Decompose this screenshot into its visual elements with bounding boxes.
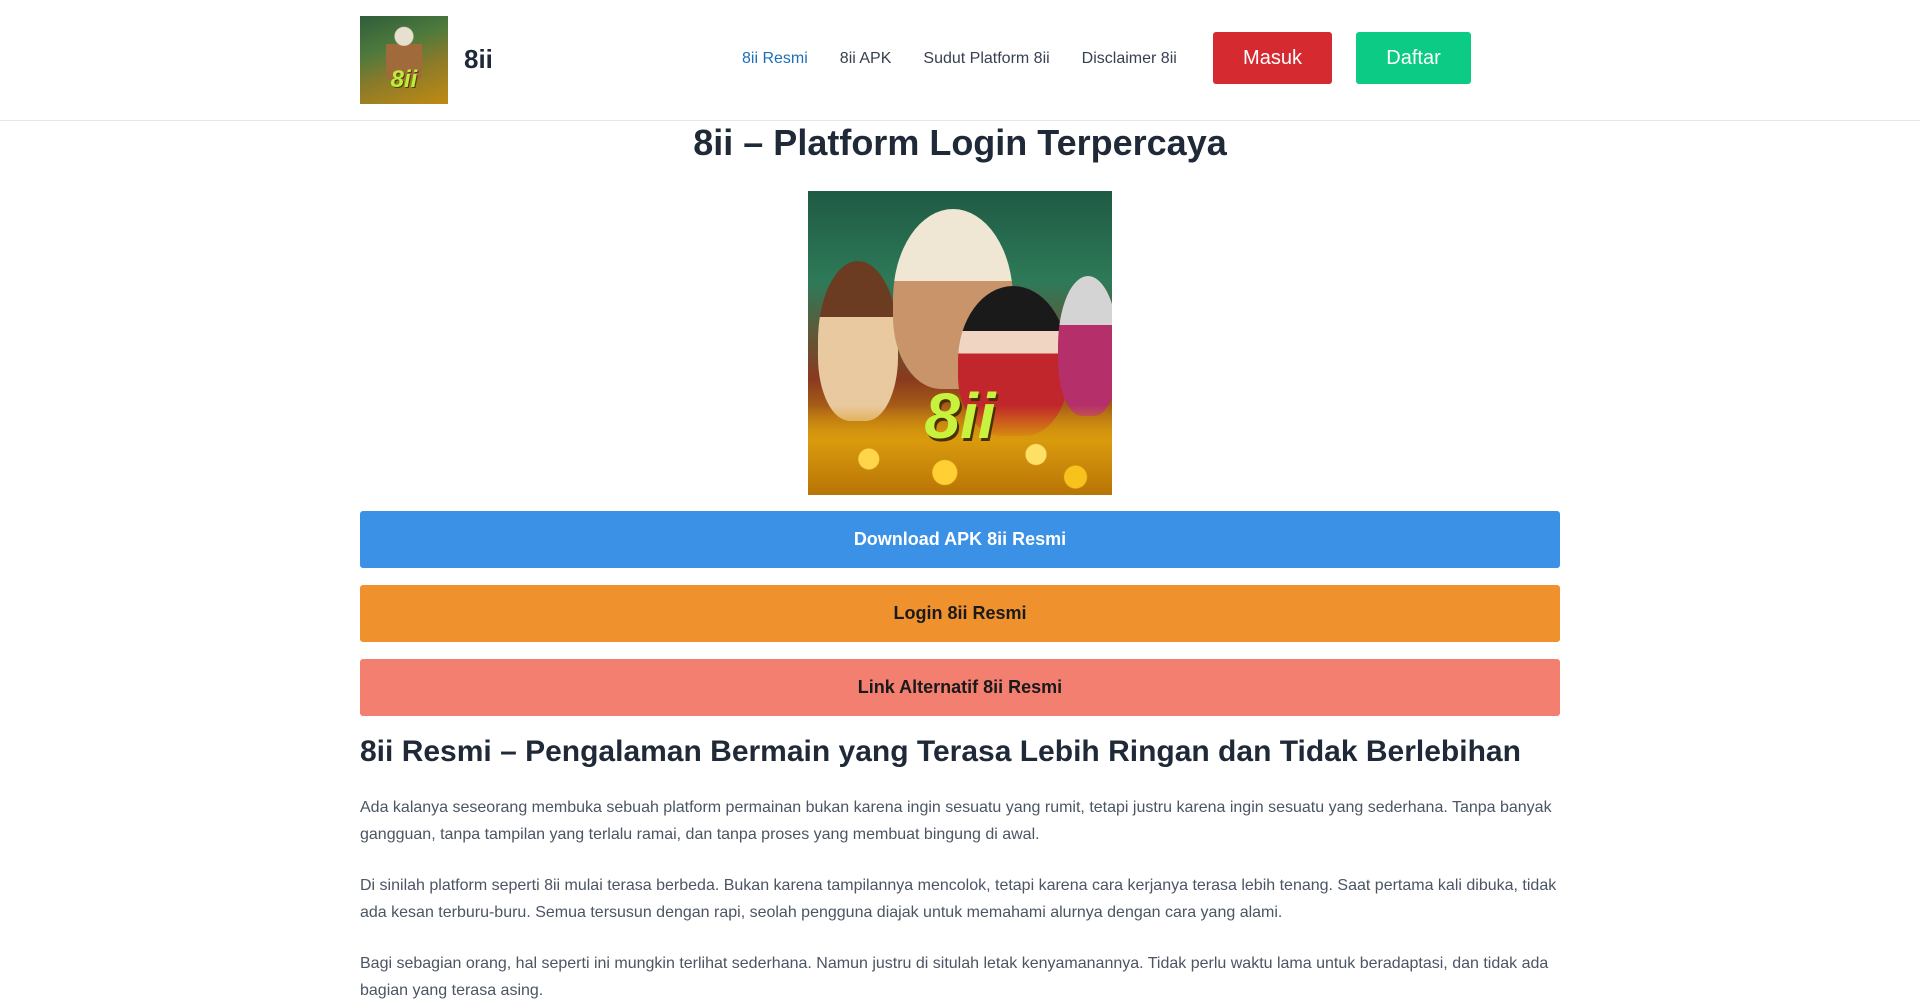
site-header: 8ii 8ii 8ii Resmi 8ii APK Sudut Platform… bbox=[0, 0, 1920, 121]
page-title: 8ii – Platform Login Terpercaya bbox=[693, 122, 1227, 163]
article-paragraph: Di sinilah platform seperti 8ii mulai te… bbox=[360, 877, 1557, 921]
nav-item-disclaimer[interactable]: Disclaimer 8ii bbox=[1082, 50, 1177, 68]
download-apk-button[interactable]: Download APK 8ii Resmi bbox=[360, 511, 1560, 568]
article-heading: 8ii Resmi – Pengalaman Bermain yang Tera… bbox=[360, 735, 1521, 768]
alternative-link-button[interactable]: Link Alternatif 8ii Resmi bbox=[360, 659, 1560, 716]
article-paragraph: Bagi sebagian orang, hal seperti ini mun… bbox=[360, 955, 1549, 999]
login-button[interactable]: Login 8ii Resmi bbox=[360, 585, 1560, 642]
hero-banner-image: 8ii bbox=[808, 191, 1112, 495]
article-section: 8ii Resmi – Pengalaman Bermain yang Tera… bbox=[360, 734, 1560, 1004]
main-nav: 8ii Resmi 8ii APK Sudut Platform 8ii Dis… bbox=[742, 50, 1177, 68]
nav-item-sudut-platform[interactable]: Sudut Platform 8ii bbox=[923, 50, 1049, 68]
hero-logo-mark: 8ii bbox=[924, 380, 996, 452]
logo-mark: 8ii bbox=[390, 66, 418, 93]
site-logo[interactable]: 8ii bbox=[360, 16, 448, 104]
daftar-button[interactable]: Daftar bbox=[1356, 32, 1471, 84]
masuk-button[interactable]: Masuk bbox=[1213, 32, 1332, 84]
article-paragraph: Ada kalanya seseorang membuka sebuah pla… bbox=[360, 799, 1552, 843]
nav-item-8ii-resmi[interactable]: 8ii Resmi bbox=[742, 50, 808, 68]
nav-item-8ii-apk[interactable]: 8ii APK bbox=[840, 50, 892, 68]
brand-name[interactable]: 8ii bbox=[464, 44, 493, 75]
